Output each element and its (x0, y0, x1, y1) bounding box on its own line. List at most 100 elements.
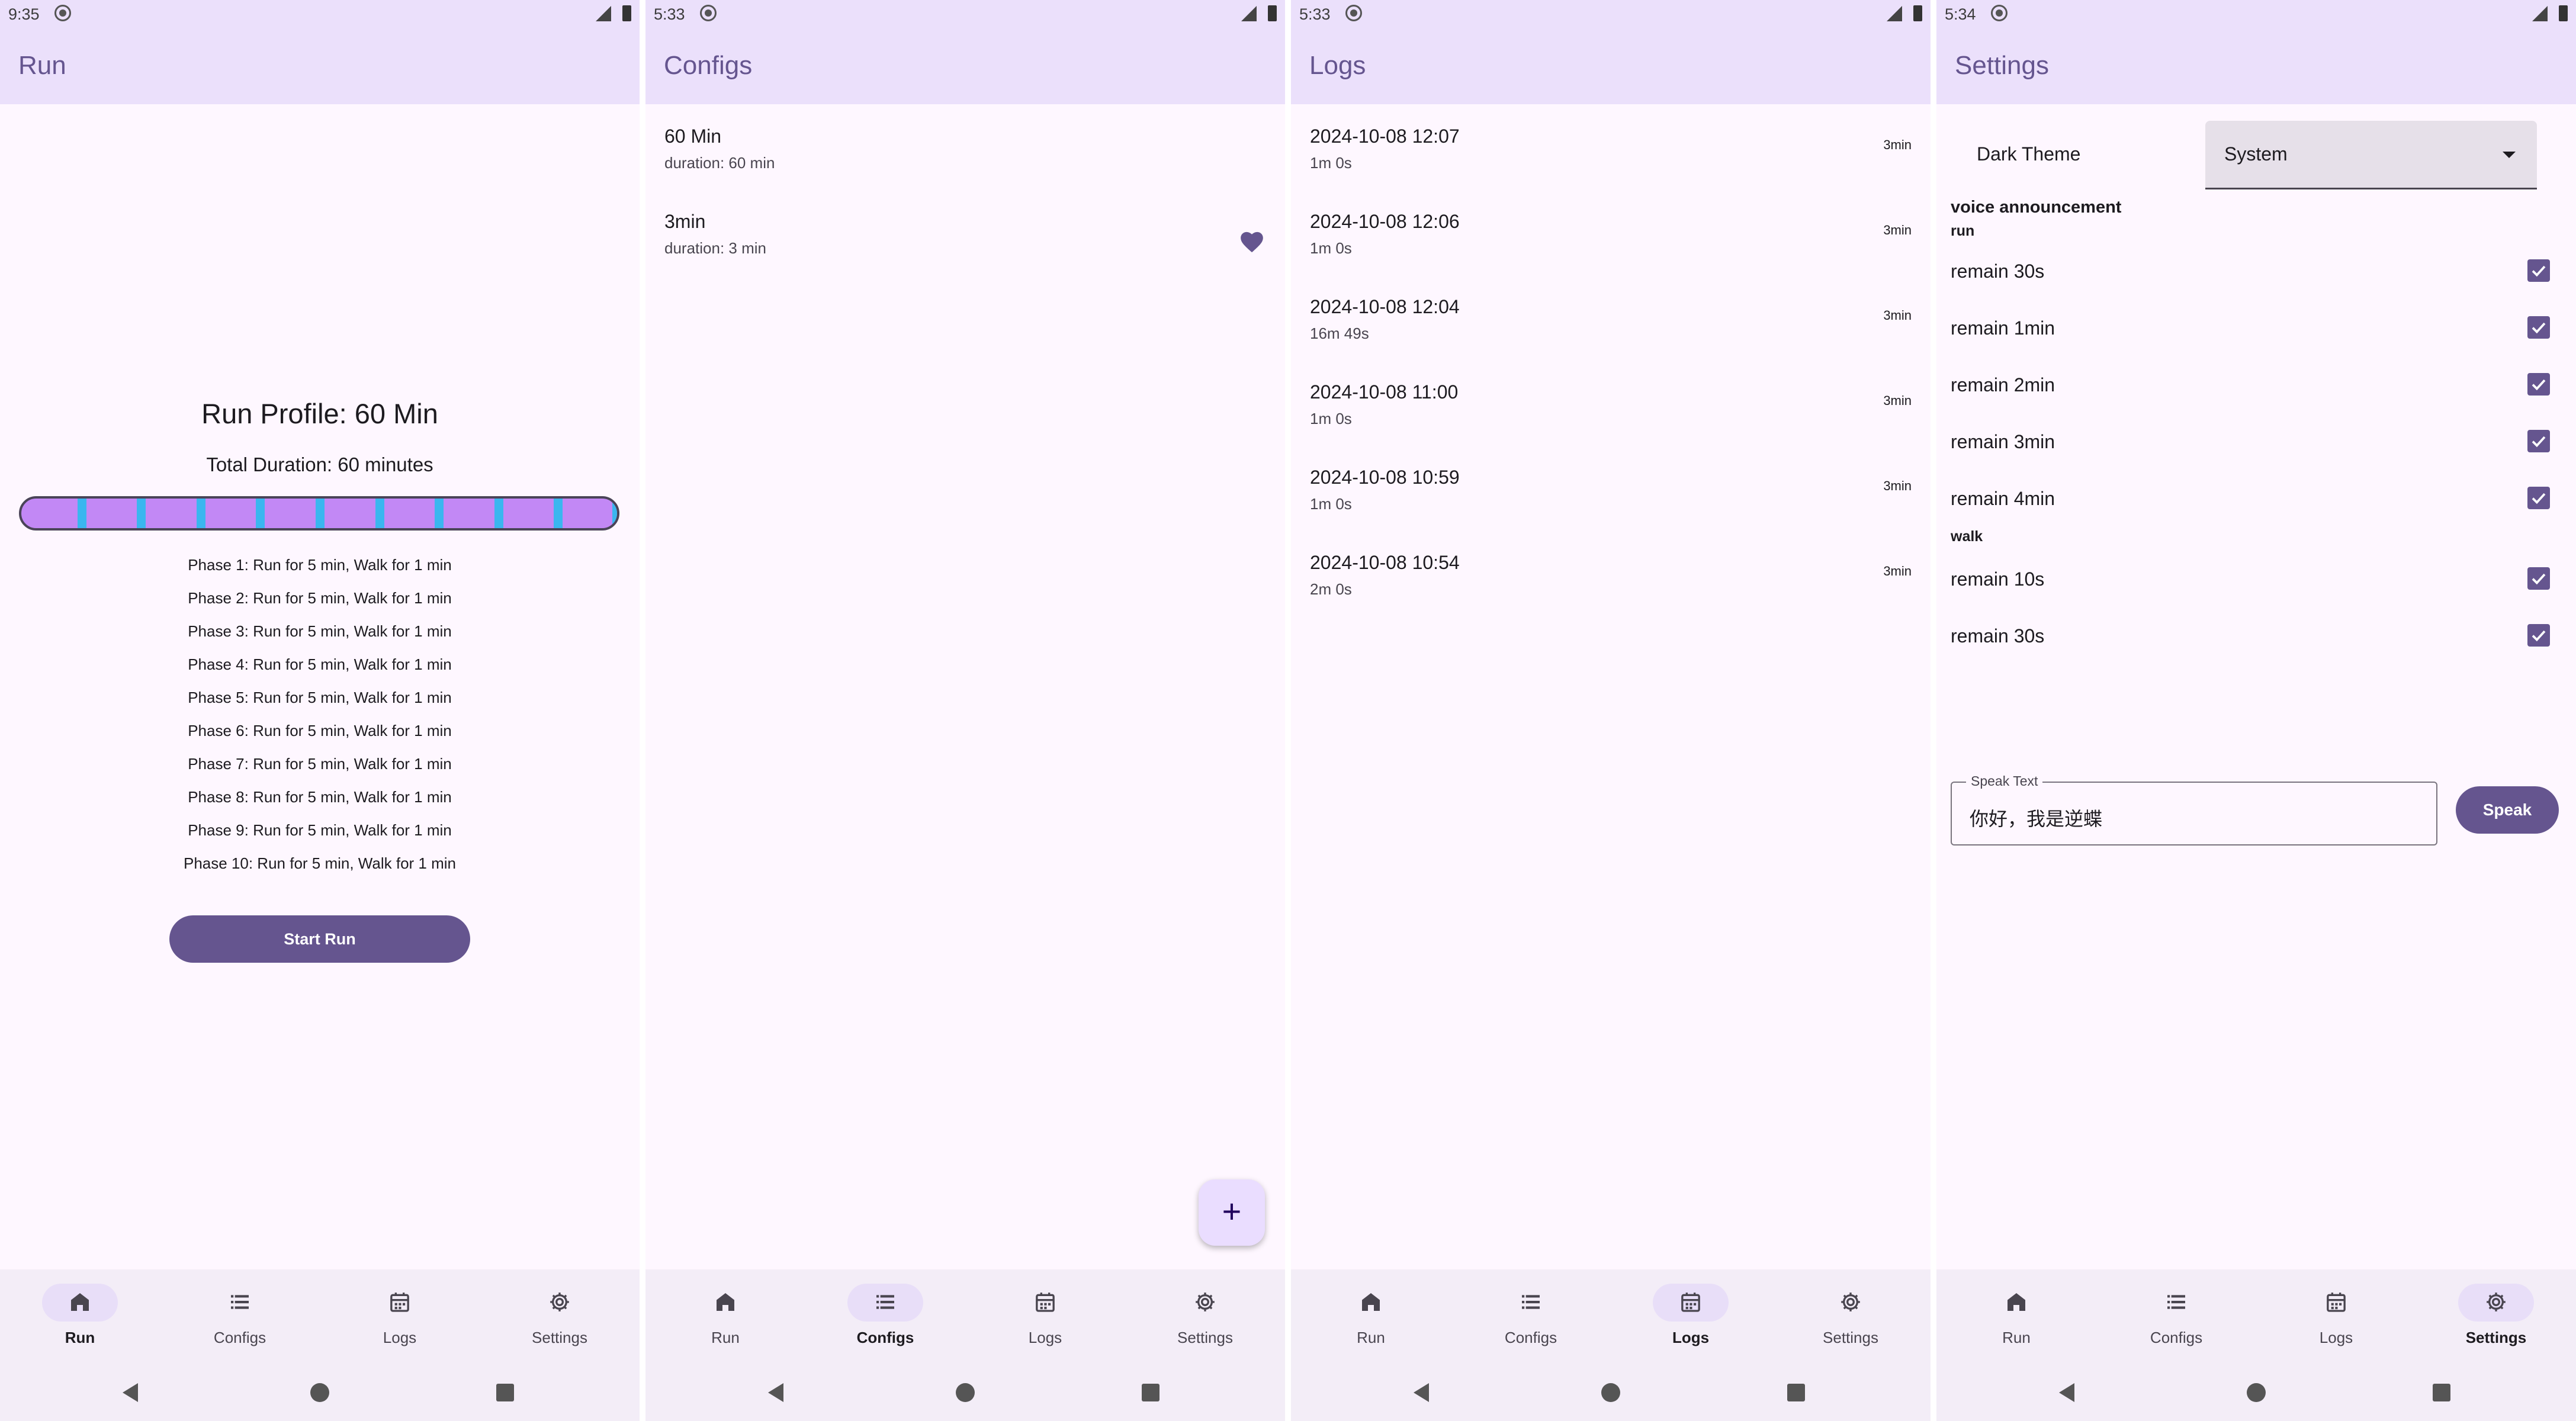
checkbox-checked-icon[interactable] (2527, 567, 2550, 590)
nav-label: Settings (1177, 1329, 1233, 1346)
log-config: 3min (1883, 564, 1912, 578)
nav-label: Settings (532, 1329, 587, 1346)
announcement-option[interactable]: remain 4min (1936, 471, 2576, 528)
nav-configs[interactable]: Configs (1451, 1269, 1611, 1364)
announcement-option[interactable]: remain 30s (1936, 609, 2576, 666)
option-label: remain 2min (1951, 374, 2055, 396)
dnd-icon (1991, 5, 2008, 21)
recents-icon[interactable] (2433, 1384, 2450, 1401)
log-date: 2024-10-08 12:04 (1310, 296, 1460, 317)
announcement-option[interactable]: remain 1min (1936, 301, 2576, 358)
nav-label: Settings (2465, 1329, 2527, 1346)
walk-segment (256, 499, 265, 528)
gear-icon (1839, 1290, 1862, 1314)
nav-run[interactable]: Run (1291, 1269, 1451, 1364)
checkbox-checked-icon[interactable] (2527, 316, 2550, 339)
announcement-option[interactable]: remain 10s (1936, 552, 2576, 609)
dnd-icon (54, 5, 71, 21)
nav-configs[interactable]: Configs (2096, 1269, 2256, 1364)
home-circle-icon[interactable] (956, 1383, 975, 1402)
checkbox-checked-icon[interactable] (2527, 259, 2550, 282)
nav-settings[interactable]: Settings (1771, 1269, 1931, 1364)
system-nav-bar (1936, 1364, 2576, 1421)
log-item[interactable]: 2024-10-08 12:07 1m 0s 3min (1291, 114, 1931, 199)
back-icon[interactable] (2059, 1383, 2074, 1402)
top-app-bar: Settings (1936, 28, 2576, 104)
speak-text-field[interactable]: Speak Text 你好，我是逆蝶 (1951, 773, 2437, 845)
nav-logs[interactable]: Logs (965, 1269, 1125, 1364)
run-profile-title: Run Profile: 60 Min (201, 398, 438, 429)
run-section-label: run (1951, 223, 1975, 239)
nav-logs[interactable]: Logs (2256, 1269, 2416, 1364)
phase-item: Phase 4: Run for 5 min, Walk for 1 min (188, 655, 452, 673)
recents-icon[interactable] (1787, 1384, 1805, 1401)
logs-screen: 5:33 Logs 2024-10-08 12:07 1m 0s 3min 20… (1291, 0, 1931, 1421)
nav-label: Settings (1823, 1329, 1878, 1346)
nav-configs[interactable]: Configs (805, 1269, 965, 1364)
recents-icon[interactable] (1142, 1384, 1159, 1401)
top-app-bar: Run (0, 28, 640, 104)
start-run-button[interactable]: Start Run (169, 915, 470, 963)
checkbox-checked-icon[interactable] (2527, 487, 2550, 509)
total-duration: Total Duration: 60 minutes (206, 454, 433, 475)
heart-icon[interactable] (1240, 232, 1264, 253)
nav-settings[interactable]: Settings (1125, 1269, 1285, 1364)
add-config-button[interactable]: + (1199, 1179, 1265, 1246)
back-icon[interactable] (768, 1383, 783, 1402)
log-item[interactable]: 2024-10-08 12:06 1m 0s 3min (1291, 199, 1931, 284)
speak-button[interactable]: Speak (2456, 786, 2559, 834)
log-item[interactable]: 2024-10-08 12:04 16m 49s 3min (1291, 284, 1931, 369)
settings-screen: 5:34 Settings Dark Theme System voice an… (1936, 0, 2576, 1421)
status-bar: 5:34 (1936, 0, 2576, 28)
nav-label: Run (1357, 1329, 1385, 1346)
nav-settings[interactable]: Settings (2416, 1269, 2576, 1364)
nav-label: Configs (213, 1329, 266, 1346)
nav-label: Logs (383, 1329, 417, 1346)
back-icon[interactable] (123, 1383, 138, 1402)
config-item[interactable]: 60 Min duration: 60 min (645, 114, 1285, 199)
phase-item: Phase 7: Run for 5 min, Walk for 1 min (188, 755, 452, 773)
nav-run[interactable]: Run (0, 1269, 160, 1364)
log-item[interactable]: 2024-10-08 10:59 1m 0s 3min (1291, 455, 1931, 540)
status-bar: 9:35 (0, 0, 640, 28)
nav-label: Configs (2150, 1329, 2203, 1346)
log-length: 1m 0s (1310, 495, 1352, 513)
home-circle-icon[interactable] (2247, 1383, 2266, 1402)
announcement-option[interactable]: remain 2min (1936, 358, 2576, 414)
log-item[interactable]: 2024-10-08 11:00 1m 0s 3min (1291, 369, 1931, 455)
speak-text-value: 你好，我是逆蝶 (1970, 808, 2103, 830)
log-item[interactable]: 2024-10-08 10:54 2m 0s 3min (1291, 540, 1931, 625)
recents-icon[interactable] (496, 1384, 514, 1401)
nav-configs[interactable]: Configs (160, 1269, 320, 1364)
home-circle-icon[interactable] (310, 1383, 329, 1402)
announcement-option[interactable]: remain 3min (1936, 414, 2576, 471)
phase-progress-bar (19, 496, 619, 531)
phase-item: Phase 6: Run for 5 min, Walk for 1 min (188, 722, 452, 740)
log-config: 3min (1883, 137, 1912, 152)
nav-logs[interactable]: Logs (1611, 1269, 1771, 1364)
home-circle-icon[interactable] (1601, 1383, 1620, 1402)
log-date: 2024-10-08 11:00 (1310, 381, 1459, 403)
nav-settings[interactable]: Settings (480, 1269, 640, 1364)
checkbox-checked-icon[interactable] (2527, 430, 2550, 452)
nav-logs[interactable]: Logs (320, 1269, 480, 1364)
system-nav-bar (1291, 1364, 1931, 1421)
gear-icon (1193, 1290, 1217, 1314)
page-title: Run (18, 51, 66, 80)
phase-item: Phase 9: Run for 5 min, Walk for 1 min (188, 821, 452, 839)
announcement-option[interactable]: remain 30s (1936, 244, 2576, 301)
log-length: 1m 0s (1310, 410, 1352, 427)
back-icon[interactable] (1414, 1383, 1429, 1402)
bottom-nav: Run Configs Logs Settings (1936, 1269, 2576, 1364)
walk-section-label: walk (1951, 528, 1983, 545)
walk-segment (77, 499, 86, 528)
checkbox-checked-icon[interactable] (2527, 373, 2550, 396)
checkbox-checked-icon[interactable] (2527, 624, 2550, 647)
config-item[interactable]: 3min duration: 3 min (645, 199, 1285, 284)
nav-run[interactable]: Run (645, 1269, 805, 1364)
log-length: 1m 0s (1310, 154, 1352, 172)
page-title: Logs (1309, 51, 1366, 80)
dark-theme-dropdown[interactable]: System (2205, 121, 2537, 189)
phase-item: Phase 3: Run for 5 min, Walk for 1 min (188, 622, 452, 640)
nav-run[interactable]: Run (1936, 1269, 2096, 1364)
